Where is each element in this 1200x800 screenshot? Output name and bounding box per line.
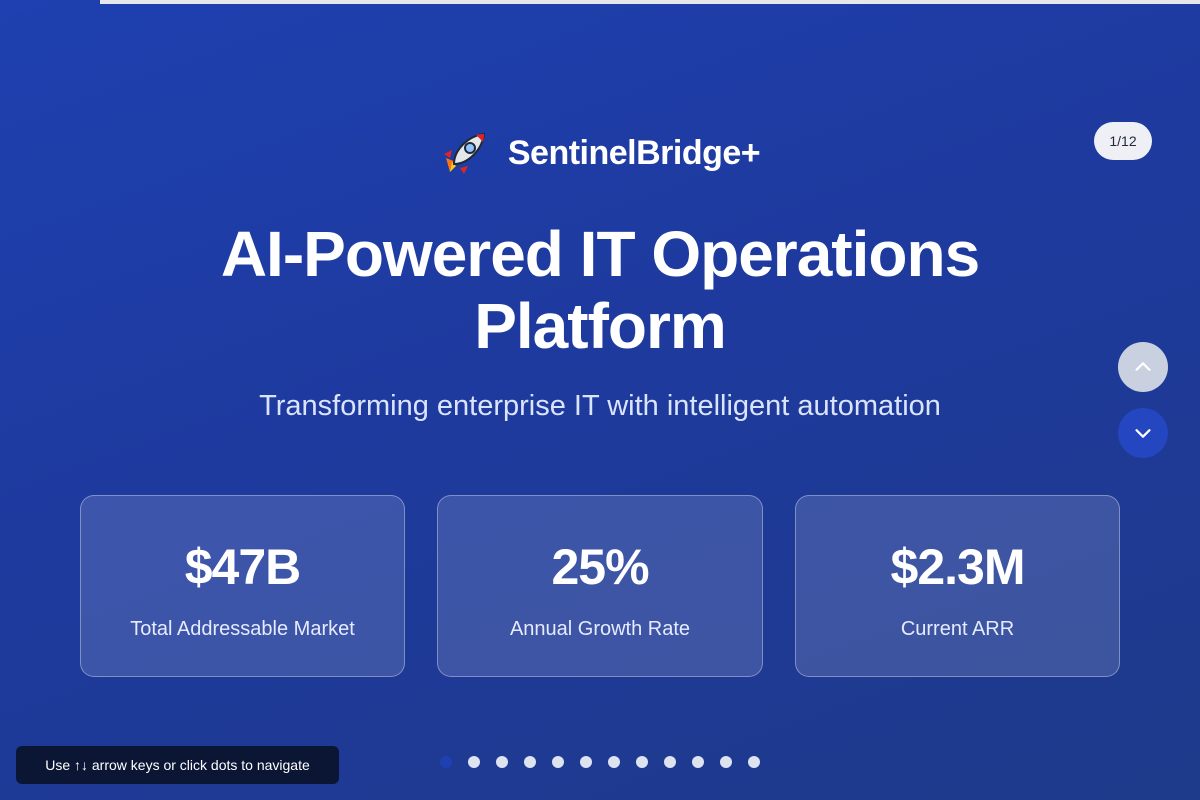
stat-label: Total Addressable Market <box>130 618 355 640</box>
pagination-dot-2[interactable] <box>468 756 480 768</box>
pagination-dot-6[interactable] <box>580 756 592 768</box>
pagination-dot-11[interactable] <box>720 756 732 768</box>
pagination-dot-4[interactable] <box>524 756 536 768</box>
previous-slide-button[interactable] <box>1118 342 1168 392</box>
progress-bar <box>0 0 1200 4</box>
pagination-dot-1[interactable] <box>440 756 452 768</box>
stat-value: $2.3M <box>890 539 1026 595</box>
stat-card-growth: 25% Annual Growth Rate <box>437 495 763 677</box>
pagination-dot-9[interactable] <box>664 756 676 768</box>
pagination-dots <box>440 756 760 768</box>
keyboard-hint: Use ↑↓ arrow keys or click dots to navig… <box>16 746 339 784</box>
chevron-up-icon <box>1135 362 1151 371</box>
pagination-dot-5[interactable] <box>552 756 564 768</box>
stat-value: 25% <box>551 539 649 595</box>
progress-bar-fill <box>99 0 1200 4</box>
brand: SentinelBridge+ <box>0 128 1200 178</box>
stat-label: Current ARR <box>900 618 1015 640</box>
pagination-dot-12[interactable] <box>748 756 760 768</box>
page-subtitle: Transforming enterprise IT with intellig… <box>259 390 941 422</box>
pagination-dot-7[interactable] <box>608 756 620 768</box>
pagination-dot-3[interactable] <box>496 756 508 768</box>
stat-label: Annual Growth Rate <box>509 618 691 640</box>
pagination-dot-8[interactable] <box>636 756 648 768</box>
stat-value: $47B <box>184 539 302 595</box>
next-slide-button[interactable] <box>1118 408 1168 458</box>
stat-card-market: $47B Total Addressable Market <box>80 495 405 677</box>
pagination-dot-10[interactable] <box>692 756 704 768</box>
chevron-down-icon <box>1135 429 1151 438</box>
page-title: AI-Powered IT Operations Platform <box>220 218 980 362</box>
rocket-icon <box>443 132 486 174</box>
stat-card-arr: $2.3M Current ARR <box>795 495 1120 677</box>
brand-name: SentinelBridge+ <box>507 133 761 172</box>
